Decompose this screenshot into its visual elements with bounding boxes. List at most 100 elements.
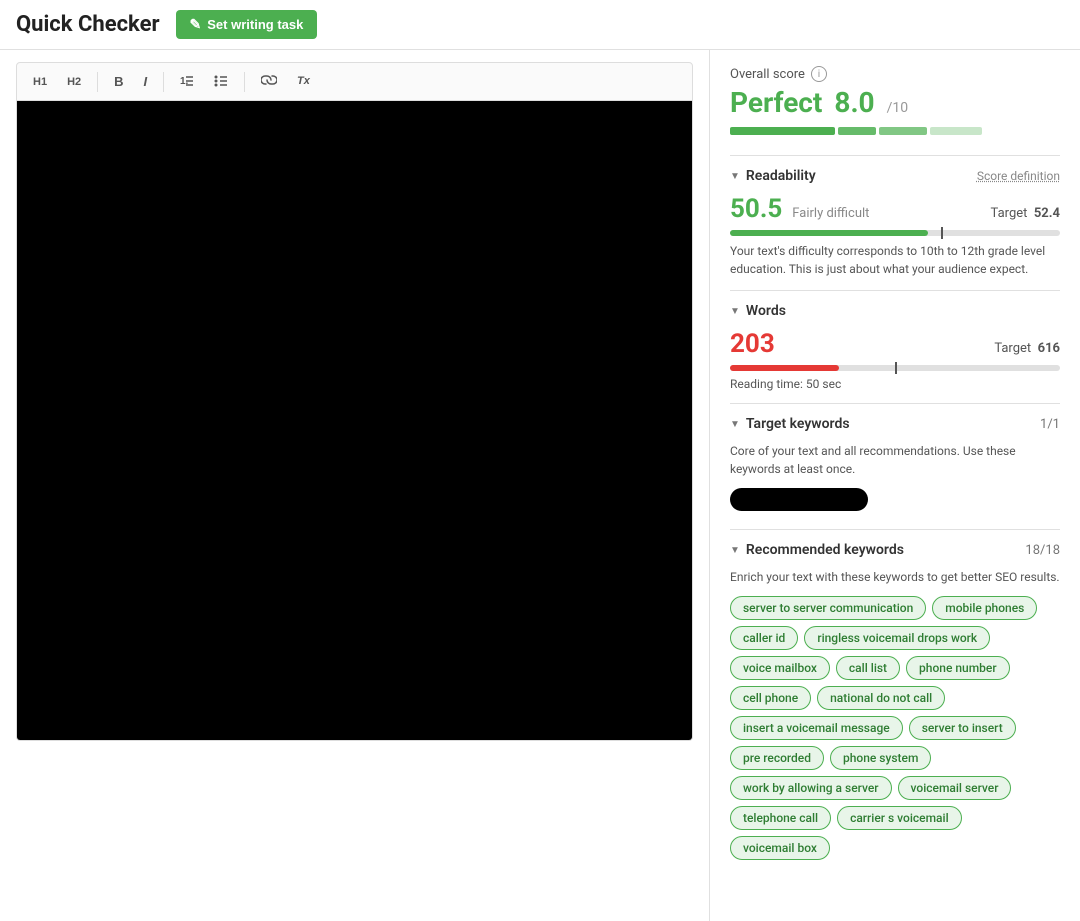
readability-target-label: Target xyxy=(991,206,1028,221)
overall-score-label: Overall score i xyxy=(730,66,1060,82)
app-title: Quick Checker xyxy=(16,12,160,37)
toolbar-divider-3 xyxy=(244,72,245,92)
keyword-chip[interactable]: voicemail server xyxy=(898,776,1012,800)
keyword-chip[interactable]: server to server communication xyxy=(730,596,926,620)
keyword-chip[interactable]: ringless voicemail drops work xyxy=(804,626,990,650)
recommended-keywords-header: ▼ Recommended keywords 18/18 xyxy=(730,542,1060,558)
score-bar-container xyxy=(730,127,1060,135)
readability-target-value: 52.4 xyxy=(1034,206,1060,221)
app-container: Quick Checker ✎ Set writing task H1 H2 B… xyxy=(0,0,1080,921)
target-keyword-tag[interactable] xyxy=(730,488,868,511)
readability-progress-marker xyxy=(941,227,943,239)
divider-3 xyxy=(730,403,1060,404)
readability-description: Your text's difficulty corresponds to 10… xyxy=(730,242,1060,278)
keyword-chip[interactable]: work by allowing a server xyxy=(730,776,892,800)
keyword-chip[interactable]: cell phone xyxy=(730,686,811,710)
link-icon xyxy=(261,73,277,87)
bold-button[interactable]: B xyxy=(106,70,131,93)
readability-progress-fill xyxy=(730,230,928,236)
ordered-list-button[interactable]: 1. xyxy=(172,69,202,94)
clear-format-icon: Tx xyxy=(297,73,311,87)
words-target-label: Target xyxy=(994,341,1031,356)
recommended-keywords-title-group[interactable]: ▼ Recommended keywords xyxy=(730,542,904,558)
writing-task-icon: ✎ xyxy=(190,16,202,33)
toolbar-divider-1 xyxy=(97,72,98,92)
unordered-list-button[interactable] xyxy=(206,69,236,94)
clear-format-button[interactable]: Tx xyxy=(289,69,319,94)
divider-1 xyxy=(730,155,1060,156)
recommended-keywords-description: Enrich your text with these keywords to … xyxy=(730,568,1060,586)
keyword-chip[interactable]: national do not call xyxy=(817,686,945,710)
info-icon[interactable]: i xyxy=(811,66,827,82)
words-chevron: ▼ xyxy=(730,306,740,317)
score-definition-link[interactable]: Score definition xyxy=(977,169,1060,183)
score-bar-2 xyxy=(838,127,876,135)
readability-title-group[interactable]: ▼ Readability xyxy=(730,168,816,184)
recommended-keywords-chevron: ▼ xyxy=(730,545,740,556)
readability-target: Target 52.4 xyxy=(991,206,1060,221)
score-grade: Perfect xyxy=(730,86,822,119)
target-keywords-count: 1/1 xyxy=(1040,417,1060,432)
words-title-group[interactable]: ▼ Words xyxy=(730,303,786,319)
editor-area[interactable] xyxy=(16,101,693,741)
italic-button[interactable]: I xyxy=(136,70,156,93)
score-row: Perfect 8.0 /10 xyxy=(730,86,1060,119)
reading-time: Reading time: 50 sec xyxy=(730,377,1060,391)
keyword-chip[interactable]: carrier s voicemail xyxy=(837,806,962,830)
set-writing-task-label: Set writing task xyxy=(207,17,303,32)
target-keywords-description: Core of your text and all recommendation… xyxy=(730,442,1060,478)
readability-header: ▼ Readability Score definition xyxy=(730,168,1060,184)
score-number: 8.0 xyxy=(834,86,874,119)
target-keywords-chevron: ▼ xyxy=(730,419,740,430)
top-bar: Quick Checker ✎ Set writing task xyxy=(0,0,1080,50)
keyword-chip[interactable]: phone system xyxy=(830,746,931,770)
right-panel: Overall score i Perfect 8.0 /10 xyxy=(710,50,1080,921)
words-score-row: 203 Target 616 xyxy=(730,329,1060,359)
score-denom: /10 xyxy=(887,100,909,116)
words-progress-marker xyxy=(895,362,897,374)
words-progress-track xyxy=(730,365,1060,371)
score-bar-3 xyxy=(879,127,927,135)
words-section: ▼ Words 203 Target 616 Reading time: 50 … xyxy=(730,303,1060,391)
keyword-chip[interactable]: voice mailbox xyxy=(730,656,830,680)
divider-4 xyxy=(730,529,1060,530)
keyword-chip[interactable]: call list xyxy=(836,656,900,680)
readability-difficulty: Fairly difficult xyxy=(792,206,869,221)
words-target: Target 616 xyxy=(994,341,1060,356)
overall-score-section: Overall score i Perfect 8.0 /10 xyxy=(730,66,1060,135)
h2-button[interactable]: H2 xyxy=(59,72,89,92)
toolbar-divider-2 xyxy=(163,72,164,92)
ordered-list-icon: 1. xyxy=(180,73,194,87)
link-button[interactable] xyxy=(253,69,285,94)
keyword-chip[interactable]: mobile phones xyxy=(932,596,1037,620)
divider-2 xyxy=(730,290,1060,291)
readability-title: Readability xyxy=(746,168,816,184)
keyword-chip[interactable]: pre recorded xyxy=(730,746,824,770)
target-keywords-header: ▼ Target keywords 1/1 xyxy=(730,416,1060,432)
readability-number: 50.5 xyxy=(730,194,782,224)
keyword-chip[interactable]: caller id xyxy=(730,626,798,650)
words-target-value: 616 xyxy=(1038,341,1060,356)
keyword-chip[interactable]: voicemail box xyxy=(730,836,830,860)
recommended-keywords-count: 18/18 xyxy=(1025,543,1060,558)
score-bar-4 xyxy=(930,127,982,135)
readability-chevron: ▼ xyxy=(730,171,740,182)
target-keywords-title-group[interactable]: ▼ Target keywords xyxy=(730,416,850,432)
keyword-chip[interactable]: insert a voicemail message xyxy=(730,716,903,740)
readability-progress-track xyxy=(730,230,1060,236)
keyword-chip[interactable]: phone number xyxy=(906,656,1010,680)
readability-score-row: 50.5 Fairly difficult Target 52.4 xyxy=(730,194,1060,224)
svg-text:Tx: Tx xyxy=(297,75,311,87)
words-title: Words xyxy=(746,303,786,319)
set-writing-task-button[interactable]: ✎ Set writing task xyxy=(176,10,318,39)
readability-section: ▼ Readability Score definition 50.5 Fair… xyxy=(730,168,1060,278)
main-layout: H1 H2 B I 1. xyxy=(0,50,1080,921)
keyword-chip[interactable]: telephone call xyxy=(730,806,831,830)
keyword-chip[interactable]: server to insert xyxy=(909,716,1016,740)
score-bar-1 xyxy=(730,127,835,135)
editor-toolbar: H1 H2 B I 1. xyxy=(16,62,693,101)
recommended-keywords-section: ▼ Recommended keywords 18/18 Enrich your… xyxy=(730,542,1060,860)
words-progress-fill xyxy=(730,365,839,371)
h1-button[interactable]: H1 xyxy=(25,72,55,92)
editor-panel: H1 H2 B I 1. xyxy=(0,50,710,921)
